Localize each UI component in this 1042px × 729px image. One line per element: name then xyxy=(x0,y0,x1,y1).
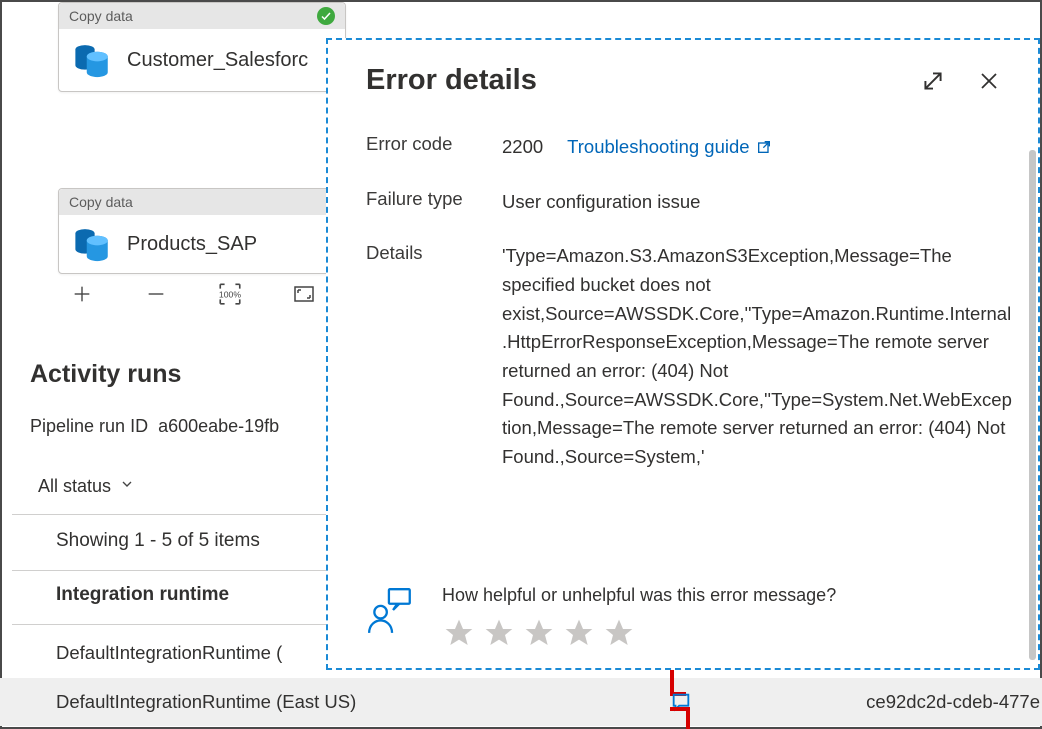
integration-runtime-row[interactable]: DefaultIntegrationRuntime ( xyxy=(56,642,282,664)
error-details-panel: Error details Error code 2200 Troublesho… xyxy=(326,38,1040,670)
canvas-zoom-toolbar: 100% xyxy=(68,280,338,308)
status-success-icon xyxy=(317,7,335,25)
failure-type-value: User configuration issue xyxy=(502,188,1014,217)
expand-icon[interactable] xyxy=(918,66,948,96)
activity-card-customer-salesforce[interactable]: Copy data Customer_Salesforc xyxy=(58,2,346,92)
activity-name: Products_SAP xyxy=(127,233,257,256)
error-code-value: 2200 xyxy=(502,133,543,162)
star-5[interactable] xyxy=(602,616,636,650)
zoom-in-button[interactable] xyxy=(68,280,96,308)
fullscreen-button[interactable] xyxy=(290,280,318,308)
svg-text:100%: 100% xyxy=(219,289,241,299)
failure-type-label: Failure type xyxy=(366,188,502,217)
results-count: Showing 1 - 5 of 5 items xyxy=(56,530,260,552)
error-code-label: Error code xyxy=(366,133,502,162)
star-4[interactable] xyxy=(562,616,596,650)
activity-card-products-sap[interactable]: Copy data Products_SAP xyxy=(58,188,346,274)
highlight-frame xyxy=(670,663,692,729)
divider xyxy=(12,570,330,571)
activity-card-header: Copy data xyxy=(59,3,345,29)
activity-type-label: Copy data xyxy=(69,194,133,210)
pipeline-run-id-row: Pipeline run ID a600eabe-19fb xyxy=(30,416,279,437)
chevron-down-icon xyxy=(119,476,135,497)
activity-name: Customer_Salesforc xyxy=(127,49,308,72)
divider xyxy=(12,624,330,625)
database-icon xyxy=(71,223,113,265)
activity-runs-heading: Activity runs xyxy=(30,360,181,389)
activity-card-header: Copy data xyxy=(59,189,345,215)
divider xyxy=(12,514,330,515)
zoom-reset-button[interactable]: 100% xyxy=(216,280,244,308)
status-filter-label: All status xyxy=(38,476,111,497)
star-1[interactable] xyxy=(442,616,476,650)
integration-runtime-header: Integration runtime xyxy=(56,584,229,606)
star-3[interactable] xyxy=(522,616,556,650)
link-text: Troubleshooting guide xyxy=(567,133,749,162)
feedback-prompt: How helpful or unhelpful was this error … xyxy=(366,585,836,650)
panel-title: Error details xyxy=(366,64,537,97)
pipeline-run-id-label: Pipeline run ID xyxy=(30,416,148,437)
database-icon xyxy=(71,39,113,81)
details-label: Details xyxy=(366,242,502,471)
rating-stars xyxy=(442,616,836,650)
troubleshooting-guide-link[interactable]: Troubleshooting guide xyxy=(567,133,771,162)
run-id-tail: ce92dc2d-cdeb-477e xyxy=(866,691,1040,713)
details-value: 'Type=Amazon.S3.AmazonS3Exception,Messag… xyxy=(502,242,1014,471)
feedback-question: How helpful or unhelpful was this error … xyxy=(442,585,836,606)
activity-type-label: Copy data xyxy=(69,8,133,24)
pipeline-run-id-value: a600eabe-19fb xyxy=(158,416,279,437)
feedback-person-icon xyxy=(366,585,416,640)
integration-runtime-row-selected[interactable]: DefaultIntegrationRuntime (East US) ce92… xyxy=(0,678,1042,726)
integration-runtime-name: DefaultIntegrationRuntime (East US) xyxy=(56,691,356,713)
zoom-out-button[interactable] xyxy=(142,280,170,308)
status-filter-dropdown[interactable]: All status xyxy=(38,476,135,497)
close-icon[interactable] xyxy=(974,66,1004,96)
error-chat-icon[interactable] xyxy=(670,691,692,713)
scrollbar[interactable] xyxy=(1029,150,1036,660)
star-2[interactable] xyxy=(482,616,516,650)
